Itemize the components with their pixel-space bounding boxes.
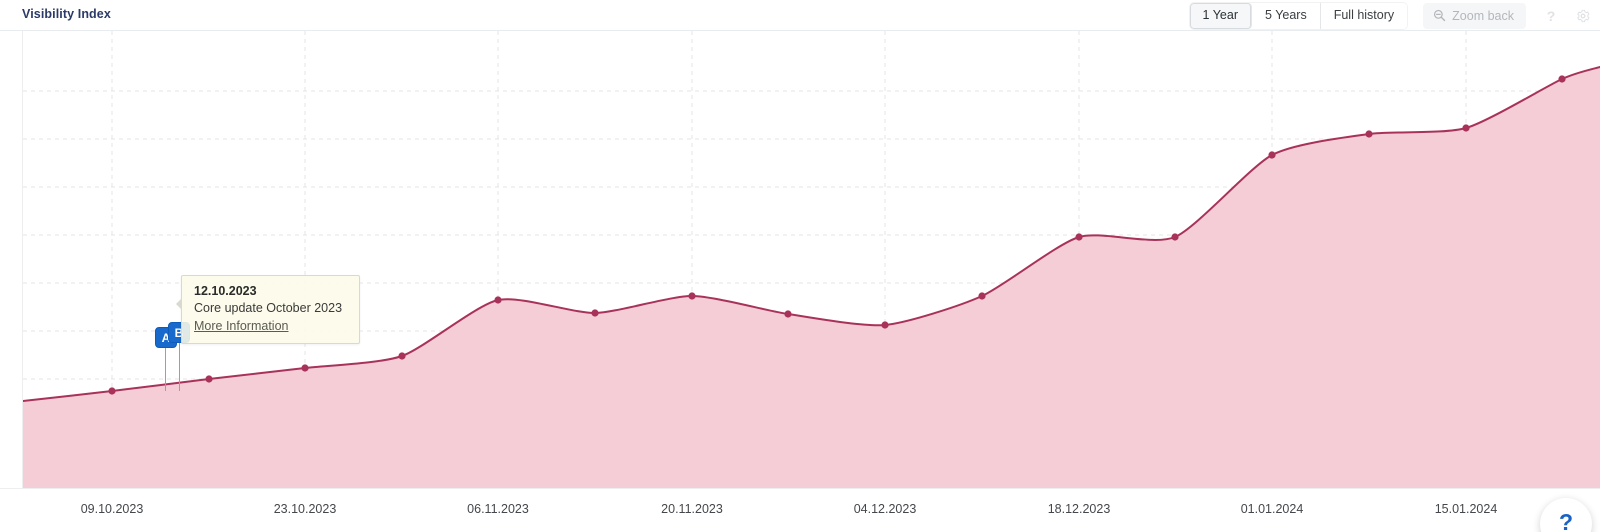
visibility-index-panel: Visibility Index 1 Year 5 Years Full his… [0, 0, 1600, 532]
x-axis-tick: 15.01.2024 [1434, 502, 1498, 516]
x-axis-tick: 09.10.2023 [80, 502, 144, 516]
chart-data-point[interactable] [108, 387, 116, 395]
event-stem-b [179, 342, 180, 391]
event-tooltip[interactable]: 12.10.2023 Core update October 2023 More… [176, 275, 360, 344]
x-axis-tick: 01.01.2024 [1240, 502, 1304, 516]
chart-data-point[interactable] [1462, 124, 1470, 132]
panel-header: Visibility Index 1 Year 5 Years Full his… [0, 0, 1600, 31]
help-question-icon[interactable]: ? [1540, 3, 1562, 29]
header-toolbar: 1 Year 5 Years Full history Zoom back ? [1189, 1, 1594, 30]
range-button-full-history[interactable]: Full history [1320, 2, 1408, 29]
zoom-back-button[interactable]: Zoom back [1423, 2, 1526, 29]
chart-data-point[interactable] [1558, 75, 1566, 83]
x-axis-tick: 23.10.2023 [273, 502, 337, 516]
chart-canvas[interactable]: A B 12.10.2023 Core update October 2023 … [0, 31, 1600, 532]
tooltip-date: 12.10.2023 [194, 284, 257, 298]
range-selector-group: 1 Year 5 Years Full history [1189, 2, 1408, 29]
chart-data-point[interactable] [1365, 130, 1373, 138]
chart-data-point[interactable] [1075, 233, 1083, 241]
zoom-back-label: Zoom back [1452, 8, 1514, 23]
chart-data-point[interactable] [688, 292, 696, 300]
tooltip-arrow [176, 298, 182, 310]
chart-data-point[interactable] [978, 292, 986, 300]
chart-data-point[interactable] [784, 310, 792, 318]
chart-data-point[interactable] [205, 375, 213, 383]
zoom-out-icon [1433, 9, 1446, 22]
chart-data-point[interactable] [881, 321, 889, 329]
x-axis-tick: 06.11.2023 [467, 502, 529, 516]
page-title: Visibility Index [22, 7, 111, 21]
gear-icon[interactable] [1572, 3, 1594, 29]
range-button-5-years[interactable]: 5 Years [1252, 2, 1321, 29]
visibility-index-area-chart [23, 31, 1600, 488]
tooltip-description: Core update October 2023 [194, 301, 343, 315]
tooltip-more-information-link[interactable]: More Information [194, 318, 288, 335]
event-stem-a [165, 345, 166, 391]
chart-data-point[interactable] [494, 296, 502, 304]
chart-data-point[interactable] [1171, 233, 1179, 241]
x-axis-tick: 04.12.2023 [853, 502, 917, 516]
support-chat-icon: ? [1558, 509, 1574, 532]
range-button-1-year[interactable]: 1 Year [1189, 2, 1252, 29]
chart-data-point[interactable] [398, 352, 406, 360]
chart-data-point[interactable] [591, 309, 599, 317]
chart-data-point[interactable] [1268, 151, 1276, 159]
x-axis-tick: 18.12.2023 [1047, 502, 1111, 516]
x-axis-tick: 20.11.2023 [661, 502, 723, 516]
chart-x-axis: 09.10.2023 23.10.2023 06.11.2023 20.11.2… [0, 488, 1600, 532]
chart-data-point[interactable] [301, 364, 309, 372]
